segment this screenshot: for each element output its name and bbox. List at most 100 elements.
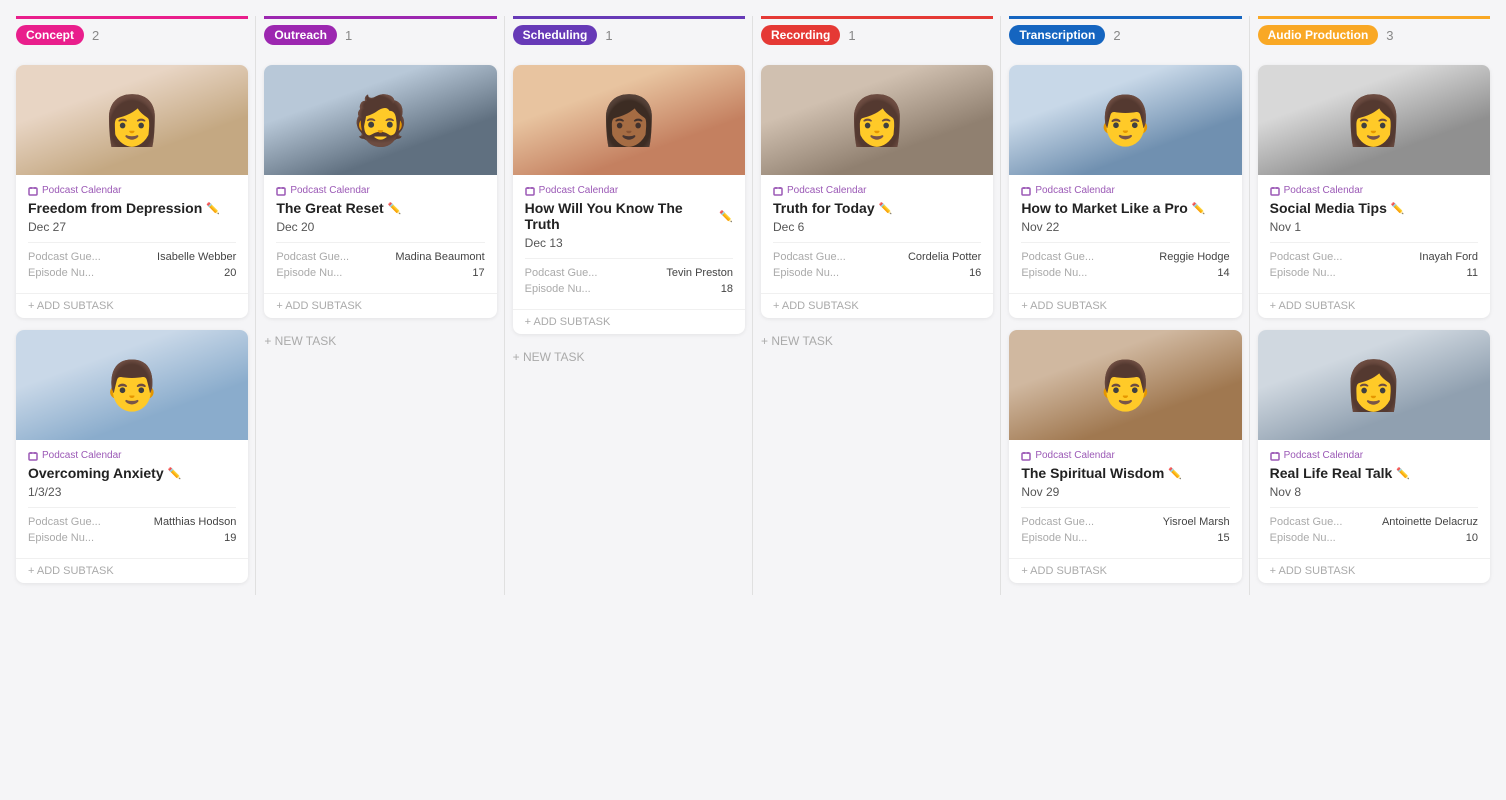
guest-label: Podcast Gue... (773, 251, 846, 263)
card-guest-field-card-5: Podcast Gue...Cordelia Potter (773, 251, 981, 263)
card-date-card-8: Nov 1 (1270, 220, 1478, 234)
card-card-6[interactable]: 👨 Podcast CalendarHow to Market Like a P… (1009, 65, 1241, 318)
card-edit-icon-card-2[interactable]: ✏️ (168, 467, 182, 480)
card-edit-icon-card-9[interactable]: ✏️ (1396, 467, 1410, 480)
guest-value-card-7: Yisroel Marsh (1163, 516, 1230, 528)
card-meta-card-4: Podcast Calendar (525, 185, 733, 196)
episode-value-card-8: 11 (1467, 267, 1478, 279)
card-fields-card-2: Podcast Gue...Matthias HodsonEpisode Nu.… (28, 507, 236, 544)
card-date-card-9: Nov 8 (1270, 485, 1478, 499)
column-count-audio: 3 (1386, 28, 1393, 43)
new-task-outreach[interactable]: + NEW TASK (264, 330, 496, 352)
episode-label: Episode Nu... (1021, 532, 1091, 544)
card-title-card-8: Social Media Tips ✏️ (1270, 200, 1478, 216)
card-guest-field-card-1: Podcast Gue...Isabelle Webber (28, 251, 236, 263)
card-date-card-3: Dec 20 (276, 220, 484, 234)
card-edit-icon-card-6[interactable]: ✏️ (1192, 202, 1206, 215)
column-tag-audio: Audio Production (1258, 25, 1379, 45)
add-subtask-card-1[interactable]: + ADD SUBTASK (16, 293, 248, 318)
new-task-scheduling[interactable]: + NEW TASK (513, 346, 745, 368)
card-meta-card-9: Podcast Calendar (1270, 450, 1478, 461)
guest-label: Podcast Gue... (1021, 516, 1094, 528)
new-task-recording[interactable]: + NEW TASK (761, 330, 993, 352)
card-edit-icon-card-1[interactable]: ✏️ (206, 202, 220, 215)
episode-label: Episode Nu... (1021, 267, 1091, 279)
column-tag-concept: Concept (16, 25, 84, 45)
episode-value-card-3: 17 (472, 267, 484, 279)
card-body-card-7: Podcast CalendarThe Spiritual Wisdom ✏️N… (1009, 440, 1241, 558)
card-card-7[interactable]: 👨 Podcast CalendarThe Spiritual Wisdom ✏… (1009, 330, 1241, 583)
episode-label: Episode Nu... (28, 532, 98, 544)
episode-label: Episode Nu... (276, 267, 346, 279)
add-subtask-card-4[interactable]: + ADD SUBTASK (513, 309, 745, 334)
episode-value-card-2: 19 (224, 532, 236, 544)
card-edit-icon-card-7[interactable]: ✏️ (1168, 467, 1182, 480)
card-image-card-8: 👩 (1258, 65, 1490, 175)
episode-value-card-4: 18 (721, 283, 733, 295)
episode-label: Episode Nu... (1270, 532, 1340, 544)
guest-value-card-8: Inayah Ford (1419, 251, 1478, 263)
card-body-card-3: Podcast CalendarThe Great Reset ✏️Dec 20… (264, 175, 496, 293)
guest-label: Podcast Gue... (1021, 251, 1094, 263)
card-episode-field-card-4: Episode Nu...18 (525, 283, 733, 295)
column-header-transcription: Transcription 2 (1009, 16, 1241, 53)
add-subtask-card-9[interactable]: + ADD SUBTASK (1258, 558, 1490, 583)
card-card-1[interactable]: 👩 Podcast CalendarFreedom from Depressio… (16, 65, 248, 318)
column-audio: Audio Production3👩 Podcast CalendarSocia… (1250, 16, 1498, 595)
card-edit-icon-card-3[interactable]: ✏️ (388, 202, 402, 215)
card-episode-field-card-7: Episode Nu...15 (1021, 532, 1229, 544)
column-count-recording: 1 (848, 28, 855, 43)
column-tag-transcription: Transcription (1009, 25, 1105, 45)
card-guest-field-card-7: Podcast Gue... Yisroel Marsh (1021, 516, 1229, 528)
episode-label: Episode Nu... (28, 267, 98, 279)
card-date-card-2: 1/3/23 (28, 485, 236, 499)
episode-value-card-5: 16 (969, 267, 981, 279)
card-card-3[interactable]: 🧔 Podcast CalendarThe Great Reset ✏️Dec … (264, 65, 496, 318)
card-card-8[interactable]: 👩 Podcast CalendarSocial Media Tips ✏️No… (1258, 65, 1490, 318)
column-tag-outreach: Outreach (264, 25, 337, 45)
card-fields-card-8: Podcast Gue...Inayah FordEpisode Nu...11 (1270, 242, 1478, 279)
column-count-outreach: 1 (345, 28, 352, 43)
card-title-card-2: Overcoming Anxiety ✏️ (28, 465, 236, 481)
add-subtask-card-7[interactable]: + ADD SUBTASK (1009, 558, 1241, 583)
column-tag-recording: Recording (761, 25, 840, 45)
card-edit-icon-card-5[interactable]: ✏️ (879, 202, 893, 215)
card-episode-field-card-9: Episode Nu... 10 (1270, 532, 1478, 544)
card-title-card-7: The Spiritual Wisdom ✏️ (1021, 465, 1229, 481)
card-image-card-4: 👩🏾 (513, 65, 745, 175)
card-card-5[interactable]: 👩 Podcast CalendarTruth for Today ✏️Dec … (761, 65, 993, 318)
card-date-card-4: Dec 13 (525, 236, 733, 250)
add-subtask-card-8[interactable]: + ADD SUBTASK (1258, 293, 1490, 318)
card-episode-field-card-5: Episode Nu...16 (773, 267, 981, 279)
card-body-card-5: Podcast CalendarTruth for Today ✏️Dec 6P… (761, 175, 993, 293)
card-fields-card-1: Podcast Gue...Isabelle Webber Episode Nu.… (28, 242, 236, 279)
add-subtask-card-2[interactable]: + ADD SUBTASK (16, 558, 248, 583)
card-image-card-5: 👩 (761, 65, 993, 175)
card-title-card-1: Freedom from Depression ✏️ (28, 200, 236, 216)
card-meta-card-2: Podcast Calendar (28, 450, 236, 461)
card-edit-icon-card-4[interactable]: ✏️ (719, 210, 733, 223)
add-subtask-card-6[interactable]: + ADD SUBTASK (1009, 293, 1241, 318)
card-fields-card-3: Podcast Gue...Madina BeaumontEpisode Nu.… (276, 242, 484, 279)
card-body-card-6: Podcast CalendarHow to Market Like a Pro… (1009, 175, 1241, 293)
card-meta-card-5: Podcast Calendar (773, 185, 981, 196)
guest-value-card-1: Isabelle Webber (157, 251, 236, 263)
add-subtask-card-5[interactable]: + ADD SUBTASK (761, 293, 993, 318)
guest-value-card-9: Antoinette Delacruz (1382, 516, 1478, 528)
card-episode-field-card-3: Episode Nu... 17 (276, 267, 484, 279)
card-card-2[interactable]: 👨 Podcast CalendarOvercoming Anxiety ✏️1… (16, 330, 248, 583)
column-count-transcription: 2 (1113, 28, 1120, 43)
card-edit-icon-card-8[interactable]: ✏️ (1391, 202, 1405, 215)
guest-value-card-6: Reggie Hodge (1159, 251, 1229, 263)
card-card-4[interactable]: 👩🏾 Podcast CalendarHow Will You Know The… (513, 65, 745, 334)
card-fields-card-5: Podcast Gue...Cordelia Potter Episode Nu.… (773, 242, 981, 279)
card-guest-field-card-8: Podcast Gue...Inayah Ford (1270, 251, 1478, 263)
card-meta-card-3: Podcast Calendar (276, 185, 484, 196)
card-body-card-4: Podcast CalendarHow Will You Know The Tr… (513, 175, 745, 309)
card-image-card-9: 👩 (1258, 330, 1490, 440)
add-subtask-card-3[interactable]: + ADD SUBTASK (264, 293, 496, 318)
card-image-card-6: 👨 (1009, 65, 1241, 175)
card-date-card-7: Nov 29 (1021, 485, 1229, 499)
card-card-9[interactable]: 👩 Podcast CalendarReal Life Real Talk ✏️… (1258, 330, 1490, 583)
episode-value-card-9: 10 (1466, 532, 1478, 544)
